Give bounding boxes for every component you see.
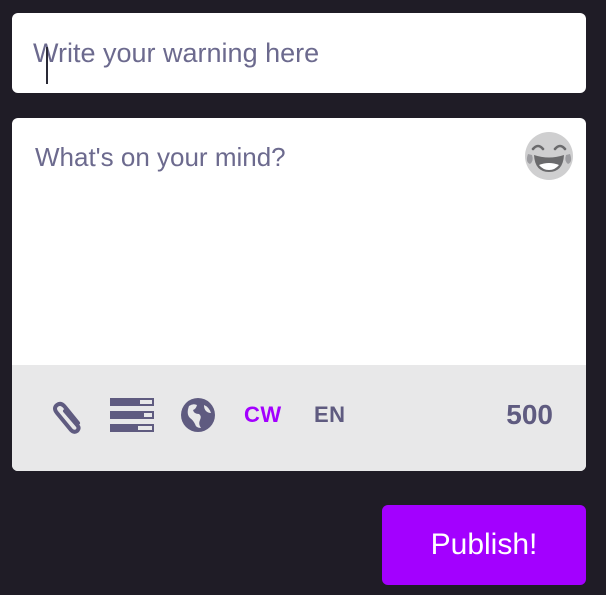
compose-box: CW EN 500 [12, 118, 586, 471]
laughing-emoji-icon[interactable] [523, 130, 575, 182]
character-counter: 500 [506, 399, 553, 430]
publish-button[interactable]: Publish! [382, 505, 586, 585]
text-caret [46, 47, 48, 84]
compose-textarea[interactable] [35, 142, 515, 342]
content-warning-input[interactable] [33, 13, 573, 93]
language-selector[interactable]: EN [314, 402, 346, 428]
compose-toolbar: CW EN 500 [12, 365, 586, 471]
poll-icon[interactable] [110, 398, 154, 432]
paperclip-icon[interactable] [50, 397, 86, 435]
globe-icon[interactable] [180, 397, 216, 433]
content-warning-toggle[interactable]: CW [244, 402, 282, 428]
content-warning-field[interactable] [12, 13, 586, 93]
